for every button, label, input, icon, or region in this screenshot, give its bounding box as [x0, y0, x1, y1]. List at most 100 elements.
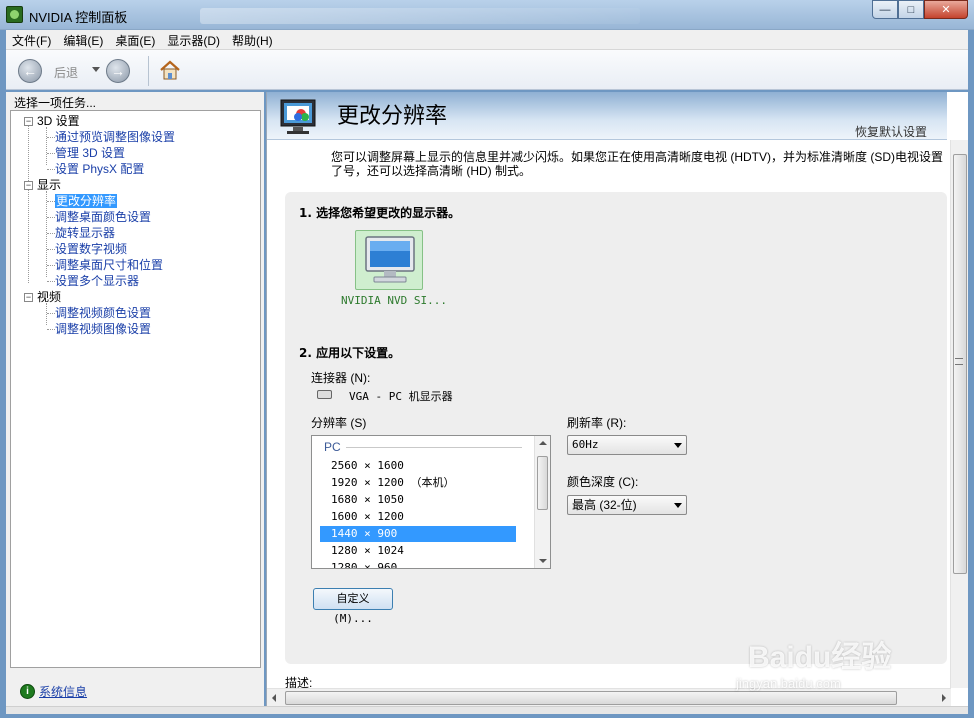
- tree-item-multiple-displays[interactable]: 设置多个显示器: [55, 273, 139, 289]
- tree-node-display[interactable]: 显示: [37, 177, 61, 193]
- resolution-option-selected[interactable]: 1440 × 900: [320, 526, 516, 542]
- resolution-option[interactable]: 2560 × 1600: [320, 458, 516, 474]
- tree-item-physx-config[interactable]: 设置 PhysX 配置: [55, 161, 144, 177]
- menu-desktop[interactable]: 桌面(E): [109, 30, 161, 49]
- minimize-button[interactable]: —: [872, 0, 898, 19]
- scroll-left-icon[interactable]: [272, 694, 276, 702]
- window-controls: — □ ✕: [872, 0, 968, 19]
- tree-branch: [47, 329, 55, 330]
- tree-item-preview-image-settings[interactable]: 通过预览调整图像设置: [55, 129, 175, 145]
- chevron-down-icon: [674, 503, 682, 508]
- back-label[interactable]: 后退: [54, 64, 78, 81]
- tree-item-desktop-color[interactable]: 调整桌面颜色设置: [55, 209, 151, 225]
- expand-display-icon[interactable]: −: [24, 181, 33, 190]
- change-resolution-page-icon: [280, 99, 316, 134]
- chevron-down-icon: [674, 443, 682, 448]
- tree-node-video[interactable]: 视频: [37, 289, 61, 305]
- menu-help[interactable]: 帮助(H): [226, 30, 279, 49]
- resolution-group-header: PC: [324, 440, 341, 454]
- nvidia-app-icon: [6, 6, 23, 23]
- resolution-listbox[interactable]: PC 2560 × 1600 1920 × 1200 （本机） 1680 × 1…: [311, 435, 551, 569]
- tree-item-video-image[interactable]: 调整视频图像设置: [55, 321, 151, 337]
- system-info[interactable]: i 系统信息: [20, 682, 87, 700]
- tree-line: [46, 303, 47, 325]
- connector-label: 连接器 (N):: [311, 371, 371, 385]
- menu-display[interactable]: 显示器(D): [161, 30, 226, 49]
- color-depth-value: 最高 (32-位): [572, 498, 637, 512]
- settings-box: 1. 选择您希望更改的显示器。 NVIDIA NVD SI... 2. 应用以下…: [285, 192, 947, 664]
- monitor-icon: [365, 236, 415, 283]
- tree-item-rotate-display[interactable]: 旋转显示器: [55, 225, 115, 241]
- menu-bar: 文件(F) 编辑(E) 桌面(E) 显示器(D) 帮助(H): [6, 30, 968, 50]
- scroll-up-icon[interactable]: [539, 441, 547, 445]
- resolution-option[interactable]: 1280 × 960: [320, 560, 516, 568]
- refresh-rate-value: 60Hz: [572, 438, 599, 451]
- horizontal-scroll-thumb[interactable]: [285, 691, 897, 705]
- connector-value: VGA - PC 机显示器: [349, 390, 453, 403]
- task-panel: 选择一项任务... − 3D 设置 通过预览调整图像设置 管理 3D 设置 设置…: [6, 92, 264, 706]
- tree-item-manage-3d-settings[interactable]: 管理 3D 设置: [55, 145, 125, 161]
- home-icon[interactable]: [158, 58, 182, 82]
- tree-branch: [47, 217, 55, 218]
- title-bar-glass: [200, 8, 640, 24]
- resolution-scrollbar[interactable]: [534, 436, 550, 568]
- tree-node-3d-settings[interactable]: 3D 设置: [37, 113, 80, 129]
- close-button[interactable]: ✕: [924, 0, 968, 19]
- tree-item-label: 更改分辨率: [55, 194, 118, 208]
- restore-defaults-link[interactable]: 恢复默认设置: [855, 123, 927, 140]
- toolbar: ← 后退 →: [6, 50, 968, 90]
- scroll-right-icon[interactable]: [942, 694, 946, 702]
- resolution-option[interactable]: 1280 × 1024: [320, 543, 516, 559]
- maximize-button[interactable]: □: [898, 0, 924, 19]
- forward-icon[interactable]: →: [106, 59, 130, 83]
- tree-branch: [47, 265, 55, 266]
- tree-item-video-color[interactable]: 调整视频颜色设置: [55, 305, 151, 321]
- resolution-option[interactable]: 1600 × 1200: [320, 509, 516, 525]
- expand-video-icon[interactable]: −: [24, 293, 33, 302]
- toolbar-separator: [148, 56, 149, 86]
- history-dropdown-icon[interactable]: [92, 67, 100, 72]
- resolution-option[interactable]: 1680 × 1050: [320, 492, 516, 508]
- group-divider: [346, 447, 522, 448]
- tree-branch: [47, 169, 55, 170]
- tree-item-desktop-size[interactable]: 调整桌面尺寸和位置: [55, 257, 163, 273]
- menu-edit[interactable]: 编辑(E): [57, 30, 109, 49]
- system-info-icon: i: [20, 683, 35, 699]
- display-selector-tile[interactable]: [355, 230, 423, 290]
- refresh-rate-select[interactable]: 60Hz: [567, 435, 687, 455]
- tree-line: [46, 127, 47, 165]
- content-vertical-scrollbar[interactable]: [950, 140, 968, 688]
- tree-item-digital-video[interactable]: 设置数字视频: [55, 241, 127, 257]
- tree-branch: [47, 233, 55, 234]
- tree-item-change-resolution[interactable]: 更改分辨率: [55, 193, 118, 209]
- scroll-thumb[interactable]: [537, 456, 548, 510]
- tree-branch: [47, 153, 55, 154]
- page-description: 您可以调整屏幕上显示的信息里并减少闪烁。如果您正在使用高清晰度电视 (HDTV)…: [331, 150, 943, 178]
- step-1-heading: 1. 选择您希望更改的显示器。: [299, 206, 461, 220]
- scroll-down-icon[interactable]: [539, 559, 547, 563]
- tree-branch: [47, 281, 55, 282]
- resolution-label: 分辨率 (S): [311, 416, 367, 430]
- page-header: 更改分辨率 恢复默认设置: [267, 92, 947, 140]
- tree-branch: [47, 201, 55, 202]
- monitor-name: NVIDIA NVD SI...: [341, 294, 447, 307]
- task-tree: − 3D 设置 通过预览调整图像设置 管理 3D 设置 设置 PhysX 配置 …: [10, 110, 261, 668]
- content-panel: 更改分辨率 恢复默认设置 您可以调整屏幕上显示的信息里并减少闪烁。如果您正在使用…: [266, 92, 968, 706]
- color-depth-select[interactable]: 最高 (32-位): [567, 495, 687, 515]
- title-bar: NVIDIA 控制面板 — □ ✕: [0, 0, 974, 30]
- status-strip: [6, 706, 968, 714]
- refresh-rate-label: 刷新率 (R):: [567, 416, 627, 430]
- color-depth-label: 颜色深度 (C):: [567, 475, 639, 489]
- custom-resolution-button[interactable]: 自定义 (M)...: [313, 588, 393, 625]
- system-info-link[interactable]: 系统信息: [39, 683, 87, 700]
- baidu-watermark-url: jingyan.baidu.com: [736, 676, 841, 691]
- expand-3d-settings-icon[interactable]: −: [24, 117, 33, 126]
- scroll-grip-icon: [955, 358, 963, 365]
- tree-branch: [47, 313, 55, 314]
- back-icon[interactable]: ←: [18, 59, 42, 83]
- page-title: 更改分辨率: [337, 104, 448, 129]
- menu-file[interactable]: 文件(F): [6, 30, 57, 49]
- resolution-option[interactable]: 1920 × 1200 （本机）: [320, 475, 516, 491]
- content-horizontal-scrollbar[interactable]: [267, 688, 951, 706]
- baidu-watermark: Baidu经验: [748, 641, 892, 674]
